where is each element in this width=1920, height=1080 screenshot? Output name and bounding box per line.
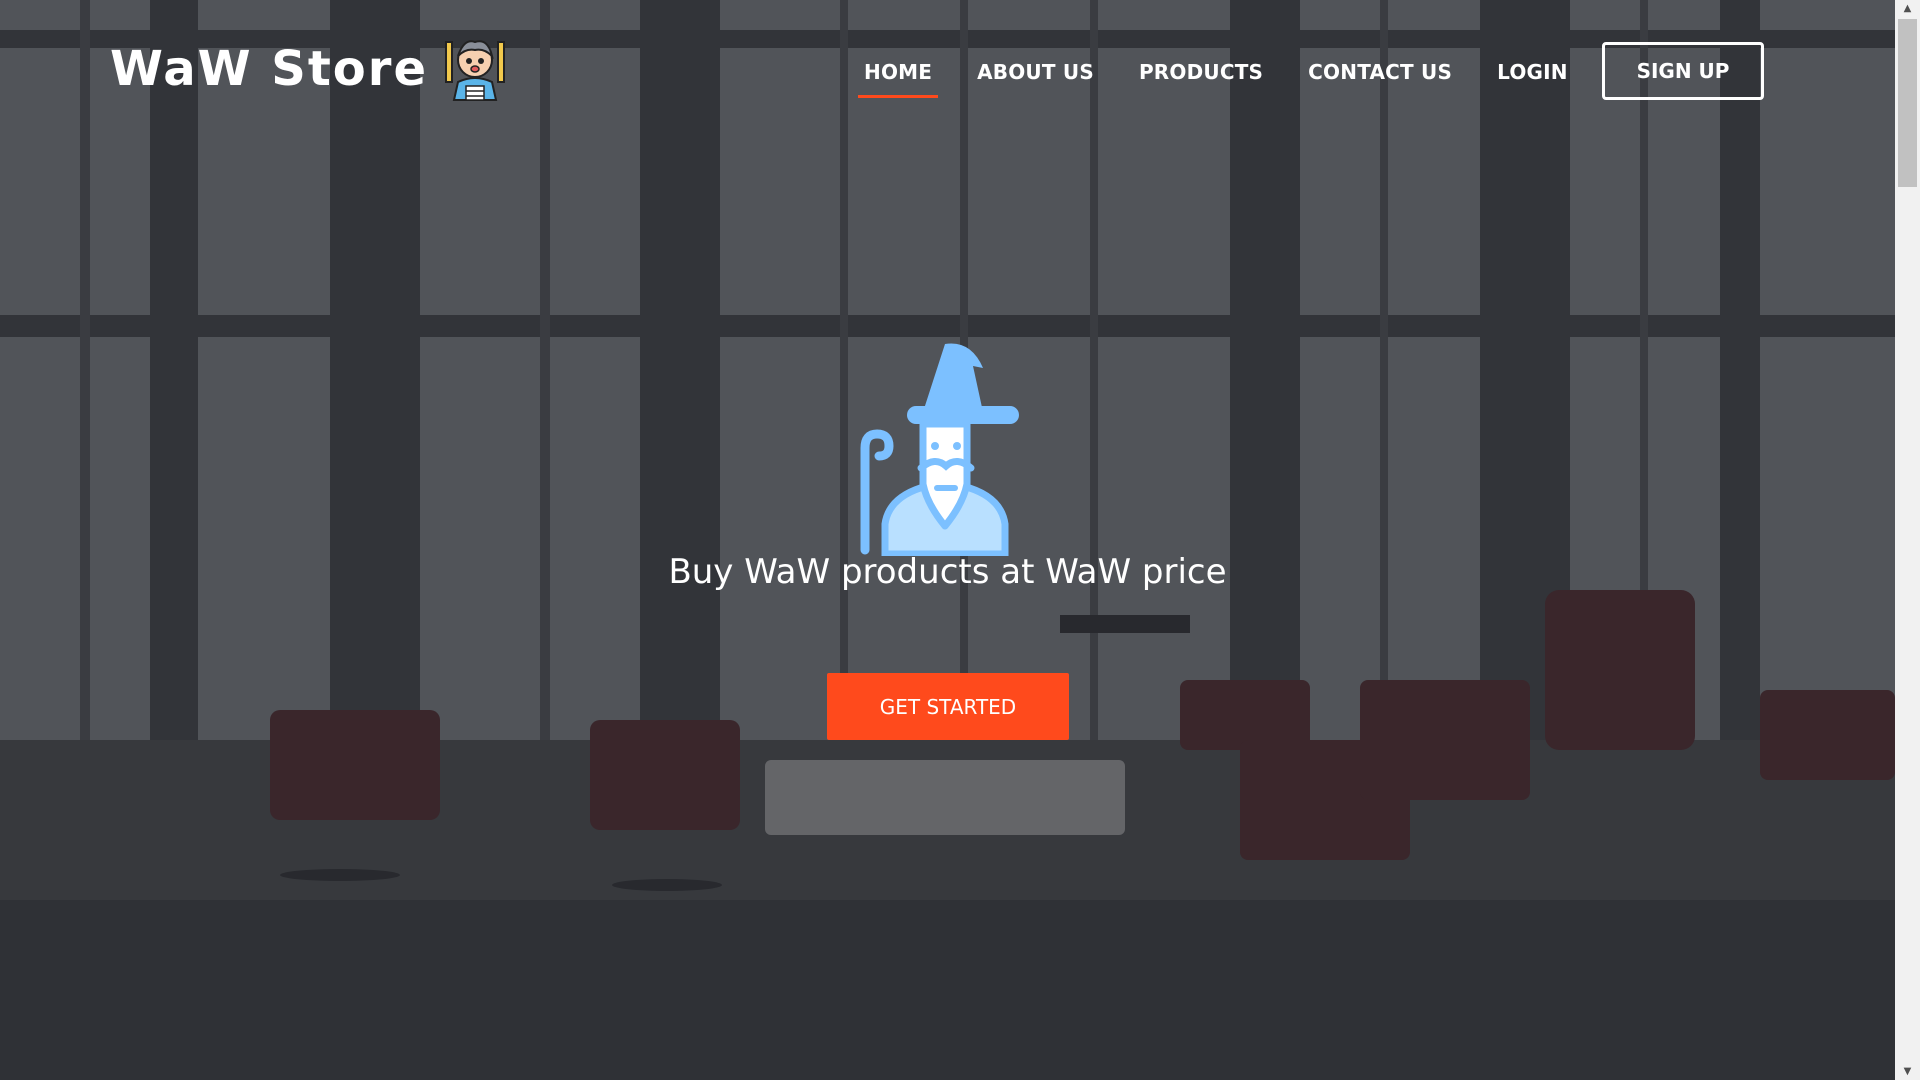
nav-contact-us[interactable]: CONTACT US <box>1302 56 1458 98</box>
signup-button[interactable]: SIGN UP <box>1602 42 1764 100</box>
nav-login[interactable]: LOGIN <box>1491 56 1574 98</box>
main-nav: HOME ABOUT US PRODUCTS CONTACT US LOGIN <box>858 56 1607 98</box>
scrollbar-thumb[interactable] <box>1898 19 1917 187</box>
nav-home[interactable]: HOME <box>858 56 939 98</box>
brand-logo[interactable]: WaW Store <box>110 36 506 102</box>
get-started-button[interactable]: GET STARTED <box>827 673 1069 740</box>
nav-about-us[interactable]: ABOUT US <box>971 56 1100 98</box>
brand-name: WaW Store <box>110 41 428 97</box>
nav-products[interactable]: PRODUCTS <box>1133 56 1269 98</box>
hero-tagline: Buy WaW products at WaW price <box>668 552 1227 592</box>
scroll-up-arrow-icon[interactable]: ▲ <box>1895 0 1920 17</box>
page-scrollbar[interactable]: ▲ ▼ <box>1895 0 1920 1080</box>
cartoon-character-icon <box>445 40 505 101</box>
page-viewport: WaW Store HOME ABOUT US PRODUCTS CONTACT… <box>0 0 1895 1080</box>
scroll-down-arrow-icon[interactable]: ▼ <box>1895 1063 1920 1080</box>
wizard-icon <box>860 343 1019 556</box>
